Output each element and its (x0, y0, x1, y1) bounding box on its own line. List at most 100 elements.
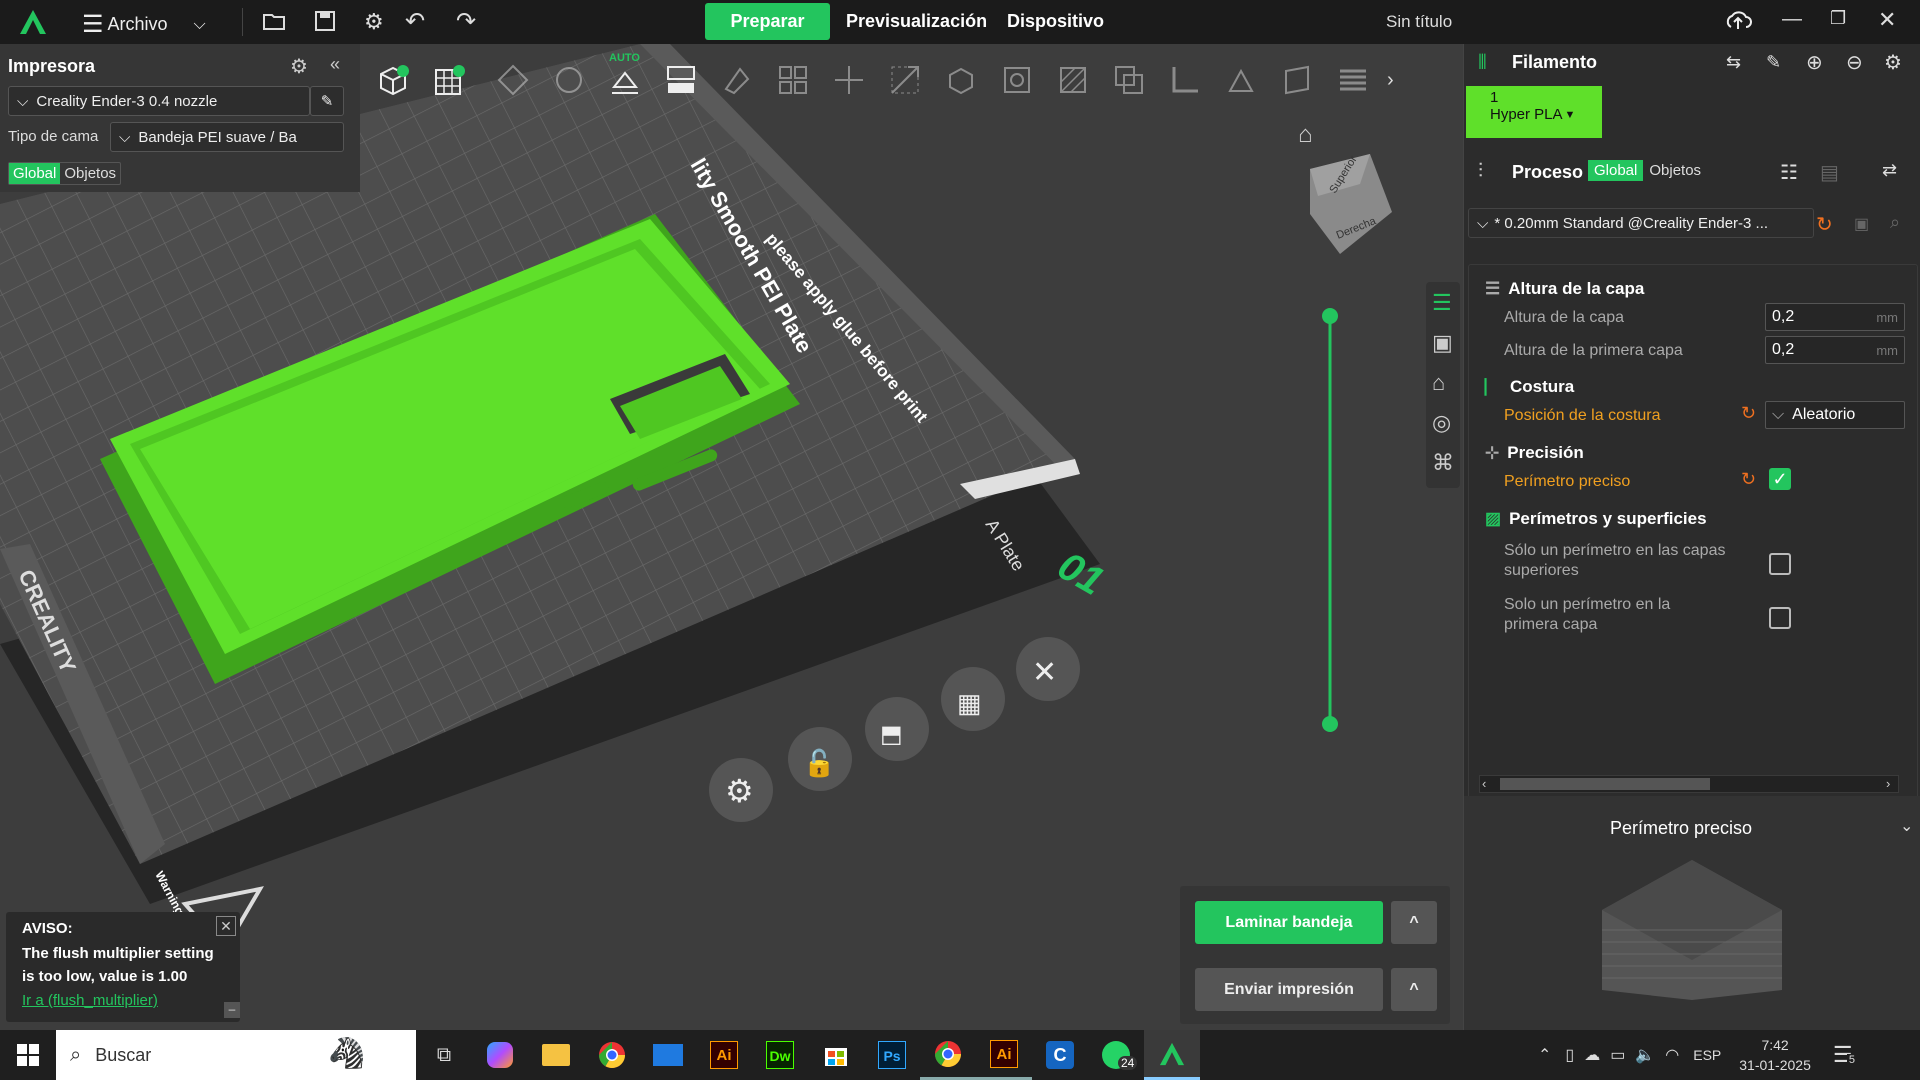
print-options-button[interactable]: ^ (1391, 968, 1437, 1011)
boolean-icon[interactable] (1107, 58, 1151, 102)
process-preset-select[interactable]: ⌵ * 0.20mm Standard @Creality Ender-3 ..… (1468, 208, 1814, 238)
plate-delete-button[interactable]: ✕ (1016, 637, 1080, 701)
variable-layer-icon[interactable] (1331, 58, 1375, 102)
split-plate-icon[interactable] (659, 58, 703, 102)
cloud-upload-icon[interactable] (1723, 7, 1753, 33)
whatsapp-icon[interactable]: 24 (1088, 1030, 1144, 1080)
windows-start-icon[interactable] (0, 1030, 56, 1080)
rotate-icon[interactable] (939, 58, 983, 102)
scale-icon[interactable] (883, 58, 927, 102)
compare-icon[interactable]: ▤ (1820, 160, 1839, 185)
clock[interactable]: 7:42 31-01-2025 (1739, 1035, 1811, 1075)
save-icon[interactable] (314, 10, 336, 32)
bed-type-select[interactable]: ⌵ Bandeja PEI suave / Ba (110, 122, 344, 152)
photoshop-icon[interactable]: Ps (864, 1030, 920, 1080)
process-tab-global[interactable]: Global (1588, 160, 1644, 181)
redo-icon[interactable]: ↷ (456, 7, 476, 36)
printer-settings-icon[interactable]: ⚙ (290, 54, 308, 79)
chrome-profile-icon[interactable] (920, 1030, 976, 1080)
move-icon[interactable] (827, 58, 871, 102)
collapse-notice-icon[interactable]: – (224, 1002, 240, 1018)
plate-arrange-button[interactable]: ▦ (941, 667, 1005, 731)
first-one-wall-checkbox[interactable] (1769, 607, 1791, 629)
top-one-wall-checkbox[interactable] (1769, 553, 1791, 575)
close-notice-icon[interactable]: ✕ (216, 916, 236, 936)
layer-height-input[interactable]: 0,2 mm (1765, 303, 1905, 331)
sync-filament-icon[interactable]: ⇆ (1726, 52, 1741, 73)
slice-plate-button[interactable]: Laminar bandeja (1195, 901, 1383, 944)
illustrator-icon[interactable]: Ai (696, 1030, 752, 1080)
filament-settings-icon[interactable]: ✎ (1766, 52, 1781, 73)
scroll-right-icon[interactable]: › (1886, 776, 1890, 791)
paint-icon[interactable] (715, 58, 759, 102)
plate-auto-orient-button[interactable]: ⬒ (865, 697, 929, 761)
send-print-button[interactable]: Enviar impresión (1195, 968, 1383, 1011)
creality-print-icon[interactable] (1144, 1030, 1200, 1080)
auto-orient-icon[interactable] (547, 58, 591, 102)
minimize-icon[interactable]: — (1782, 8, 1802, 31)
search-icon[interactable]: ⌕ (1890, 212, 1900, 233)
add-plate-icon[interactable] (427, 58, 471, 102)
tab-preview[interactable]: Previsualización (846, 11, 987, 32)
copilot-icon[interactable] (472, 1030, 528, 1080)
mail-icon[interactable] (640, 1030, 696, 1080)
close-icon[interactable]: ✕ (1878, 7, 1896, 33)
multimaterial-tab-icon[interactable]: ⌘ (1432, 450, 1454, 476)
gear-icon[interactable]: ⚙ (364, 9, 384, 35)
tab-device[interactable]: Dispositivo (1007, 11, 1104, 32)
view-cube[interactable]: Superior Derecha (1310, 154, 1392, 254)
others-tab-icon[interactable]: ◎ (1432, 410, 1451, 436)
process-tab-objects[interactable]: Objetos (1643, 160, 1707, 181)
cut-icon[interactable] (995, 58, 1039, 102)
tab-objects[interactable]: Objetos (60, 163, 120, 184)
auto-arrange-icon[interactable]: AUTO (603, 52, 647, 102)
first-layer-height-input[interactable]: 0,2 mm (1765, 336, 1905, 364)
printer-select[interactable]: ⌵ Creality Ender-3 0.4 nozzle (8, 86, 310, 116)
notice-link[interactable]: Ir a (flush_multiplier) (22, 992, 158, 1009)
scroll-left-icon[interactable]: ‹ (1482, 776, 1486, 791)
remove-filament-icon[interactable]: ⊖ (1846, 50, 1863, 75)
edit-printer-button[interactable]: ✎ (310, 86, 344, 116)
precise-wall-checkbox[interactable]: ✓ (1769, 468, 1791, 490)
filament-gear-icon[interactable]: ⚙ (1884, 50, 1902, 75)
undo-icon[interactable]: ↶ (405, 7, 425, 36)
plate-lock-button[interactable]: 🔓 (788, 727, 852, 791)
battery-icon[interactable]: ▭ (1610, 1045, 1625, 1065)
file-menu[interactable]: ☰ Archivo ⌵ (82, 10, 206, 39)
advanced-toggle-icon[interactable]: ⇄ (1882, 160, 1897, 181)
device-icon[interactable]: ▯ (1565, 1045, 1574, 1065)
layout-grid-icon[interactable] (771, 58, 815, 102)
volume-icon[interactable]: 🔈 (1635, 1045, 1655, 1065)
text-tool-icon[interactable] (1275, 58, 1319, 102)
expand-help-icon[interactable]: ⌄ (1900, 816, 1913, 836)
plate-settings-button[interactable]: ⚙ (709, 758, 773, 822)
orient-icon[interactable] (491, 58, 535, 102)
emboss-icon[interactable] (1219, 58, 1263, 102)
add-filament-icon[interactable]: ⊕ (1806, 50, 1823, 75)
dreamweaver-icon[interactable]: Dw (752, 1030, 808, 1080)
support-paint-icon[interactable] (1051, 58, 1095, 102)
strength-tab-icon[interactable]: ▣ (1432, 330, 1453, 356)
file-explorer-icon[interactable] (528, 1030, 584, 1080)
collapse-panel-icon[interactable]: « (330, 54, 340, 75)
reset-seam-icon[interactable]: ↻ (1741, 403, 1756, 424)
maximize-icon[interactable]: ❐ (1830, 8, 1846, 29)
home-view-icon[interactable]: ⌂ (1298, 121, 1313, 148)
list-view-icon[interactable]: ☷ (1780, 160, 1798, 185)
save-preset-icon[interactable]: ▣ (1854, 214, 1869, 234)
notifications-icon[interactable]: ☰ 5 (1833, 1042, 1857, 1068)
tab-global[interactable]: Global (9, 163, 61, 184)
c-app-icon[interactable]: C (1032, 1030, 1088, 1080)
show-hidden-icon[interactable]: ⌃ (1538, 1045, 1551, 1065)
language-indicator[interactable]: ESP (1693, 1047, 1721, 1063)
app-logo-icon[interactable] (18, 8, 48, 36)
reset-precise-icon[interactable]: ↻ (1741, 469, 1756, 490)
task-view-icon[interactable]: ⧉ (416, 1030, 472, 1080)
reset-preset-icon[interactable]: ↻ (1816, 212, 1833, 237)
scrollbar-thumb[interactable] (1500, 778, 1710, 790)
support-tab-icon[interactable]: ⌂ (1432, 370, 1445, 396)
seam-position-select[interactable]: ⌵ Aleatorio (1765, 401, 1905, 429)
slice-options-button[interactable]: ^ (1391, 901, 1437, 944)
wifi-icon[interactable]: ◠ (1665, 1045, 1679, 1065)
store-icon[interactable] (808, 1030, 864, 1080)
